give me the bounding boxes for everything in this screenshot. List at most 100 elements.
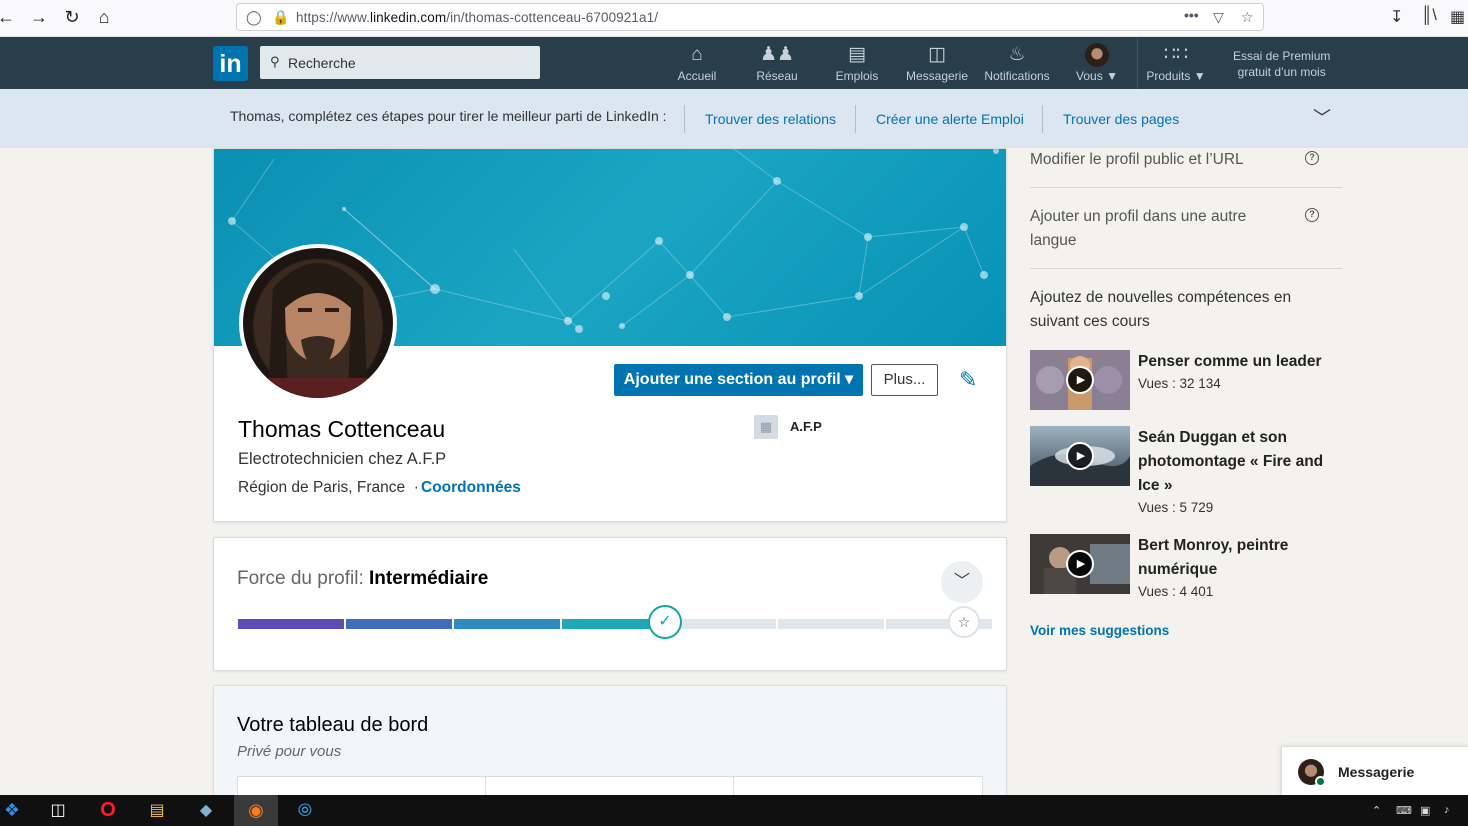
linkedin-logo[interactable]: in — [213, 46, 248, 81]
pencil-icon[interactable]: ✎ — [959, 367, 977, 393]
task-view-icon[interactable]: ◫ — [36, 795, 80, 826]
people-icon: ♟♟ — [759, 44, 795, 65]
caret-down-icon: ▼ — [1106, 69, 1118, 83]
course-title: Bert Monroy, peintre numérique — [1138, 537, 1289, 578]
profile-strength-card: Force du profil: Intermédiaire ﹀ ✓ ☆ — [213, 537, 1007, 671]
company-logo-icon[interactable]: ▦ — [754, 415, 778, 439]
pocket-icon[interactable]: ▽ — [1213, 9, 1224, 26]
more-button[interactable]: Plus... — [871, 364, 938, 396]
course-views: Vues : 4 401 — [1138, 584, 1214, 599]
page-actions-icon[interactable]: ••• — [1184, 7, 1199, 23]
messaging-widget[interactable]: Messagerie — [1281, 746, 1468, 795]
nav-messaging[interactable]: ◫ Messagerie — [904, 43, 970, 87]
network-icon[interactable]: ▣ — [1420, 804, 1430, 817]
search-icon: ⚲ — [270, 54, 280, 69]
edit-public-profile-link[interactable]: Modifier le profil public et l’URL — [1030, 148, 1244, 172]
course-thumbnail: ▶ — [1030, 350, 1130, 410]
chat-icon: ◫ — [928, 44, 946, 65]
strength-segment — [778, 619, 884, 629]
create-job-alert-link[interactable]: Créer une alerte Emploi — [876, 111, 1024, 127]
firefox-icon[interactable]: ◉ — [234, 795, 278, 826]
course-views: Vues : 32 134 — [1138, 376, 1221, 391]
contact-info-link[interactable]: Coordonnées — [421, 479, 521, 497]
profile-strength-title: Force du profil: Intermédiaire — [237, 568, 489, 589]
windows-start-icon[interactable]: ❖ — [0, 795, 34, 826]
course-title: Penser comme un leader — [1138, 353, 1322, 370]
bookmark-star-icon[interactable]: ☆ — [1241, 9, 1254, 26]
shield-icon[interactable]: ◯ — [246, 9, 262, 26]
caret-down-icon: ▼ — [1193, 69, 1206, 83]
lock-icon[interactable]: 🔒 — [272, 9, 289, 26]
divider — [1030, 268, 1342, 269]
add-language-profile-link[interactable]: Ajouter un profil dans une autre langue — [1030, 205, 1246, 253]
nav-notifications[interactable]: ♨ Notifications — [980, 43, 1054, 87]
profile-name: Thomas Cottenceau — [238, 416, 446, 442]
guidance-text: Thomas, complétez ces étapes pour tirer … — [230, 108, 667, 124]
bell-icon: ♨ — [1008, 44, 1026, 65]
courses-intro: Ajoutez de nouvelles compétences en suiv… — [1030, 289, 1292, 330]
help-icon[interactable]: ? — [1305, 208, 1319, 222]
find-connections-link[interactable]: Trouver des relations — [705, 111, 836, 127]
home-icon: ⌂ — [691, 44, 703, 65]
divider — [1030, 187, 1342, 188]
browser-toolbar: ← → ↻ ⌂ ◯ 🔒 https://www.linkedin.com/in/… — [0, 0, 1468, 37]
see-suggestions-link[interactable]: Voir mes suggestions — [1030, 623, 1169, 638]
volume-icon[interactable]: ♪ — [1444, 804, 1450, 816]
nav-network[interactable]: ♟♟ Réseau — [752, 43, 802, 87]
course-item[interactable]: ▶ Penser comme un leader Vues : 32 134 — [1030, 350, 1342, 410]
nav-products[interactable]: ∷∷ Produits ▼ — [1142, 43, 1210, 87]
reload-icon[interactable]: ↻ — [60, 6, 84, 28]
vscode-icon[interactable]: ⦾ — [283, 795, 327, 826]
search-box[interactable]: ⚲ — [260, 46, 540, 79]
back-icon[interactable]: ← — [0, 6, 18, 28]
divider — [684, 105, 685, 133]
profile-photo[interactable] — [239, 244, 397, 402]
input-method-icon[interactable]: ⌨ — [1396, 804, 1412, 817]
premium-trial-link[interactable]: Essai de Premium gratuit d’un mois — [1233, 48, 1330, 80]
face-illustration — [243, 263, 393, 398]
chevron-down-icon[interactable]: ﹀ — [1313, 104, 1331, 130]
url-text[interactable]: https://www.linkedin.com/in/thomas-cotte… — [296, 10, 658, 25]
chevron-up-icon[interactable]: ⌃ — [1372, 804, 1381, 817]
linkedin-header: in ⚲ ⌂ Accueil ♟♟ Réseau ▤ Emplois ◫ Mes… — [0, 37, 1468, 89]
sidebar-toggle-icon[interactable]: ▦ — [1450, 7, 1465, 27]
dashboard-subtitle: Privé pour vous — [237, 743, 342, 760]
search-input[interactable] — [288, 52, 528, 74]
avatar — [1085, 43, 1109, 67]
course-views: Vues : 5 729 — [1138, 500, 1214, 515]
course-item[interactable]: ▶ Seán Duggan et son photomontage « Fire… — [1030, 426, 1342, 515]
home-browser-icon[interactable]: ⌂ — [92, 6, 116, 28]
dashboard-title: Votre tableau de bord — [237, 714, 429, 736]
find-pages-link[interactable]: Trouver des pages — [1063, 111, 1179, 127]
app-icon[interactable]: ◆ — [184, 795, 228, 826]
opera-icon[interactable]: O — [86, 795, 130, 826]
downloads-icon[interactable]: ↧ — [1390, 7, 1403, 27]
company-name[interactable]: A.F.P — [790, 419, 822, 434]
nav-home[interactable]: ⌂ Accueil — [672, 43, 722, 87]
strength-segment — [670, 619, 776, 629]
play-icon: ▶ — [1066, 366, 1094, 394]
help-icon[interactable]: ? — [1305, 151, 1319, 165]
profile-location: Région de Paris, France · — [238, 479, 419, 496]
profile-card: Ajouter une section au profil ▾ Plus... … — [213, 148, 1007, 522]
library-icon[interactable]: ║\ — [1421, 7, 1437, 25]
nav-jobs[interactable]: ▤ Emplois — [832, 43, 882, 87]
divider — [1042, 105, 1043, 133]
messaging-label: Messagerie — [1338, 764, 1415, 780]
course-title: Seán Duggan et son photomontage « Fire a… — [1138, 429, 1324, 494]
nav-me[interactable]: Vous ▼ — [1070, 43, 1124, 87]
briefcase-icon: ▤ — [848, 44, 866, 65]
course-item[interactable]: ▶ Bert Monroy, peintre numérique Vues : … — [1030, 534, 1342, 600]
divider — [855, 105, 856, 133]
star-icon: ☆ — [948, 606, 980, 638]
add-profile-section-button[interactable]: Ajouter une section au profil ▾ — [614, 364, 863, 396]
course-thumbnail: ▶ — [1030, 534, 1130, 594]
play-icon: ▶ — [1066, 442, 1094, 470]
address-bar[interactable]: ◯ 🔒 https://www.linkedin.com/in/thomas-c… — [236, 3, 1264, 31]
check-icon: ✓ — [648, 605, 682, 639]
chevron-down-icon[interactable]: ﹀ — [941, 561, 983, 603]
strength-segment — [238, 619, 344, 629]
file-explorer-icon[interactable]: ▤ — [135, 795, 179, 826]
forward-icon[interactable]: → — [27, 6, 51, 28]
guidance-bar: Thomas, complétez ces étapes pour tirer … — [0, 89, 1468, 148]
